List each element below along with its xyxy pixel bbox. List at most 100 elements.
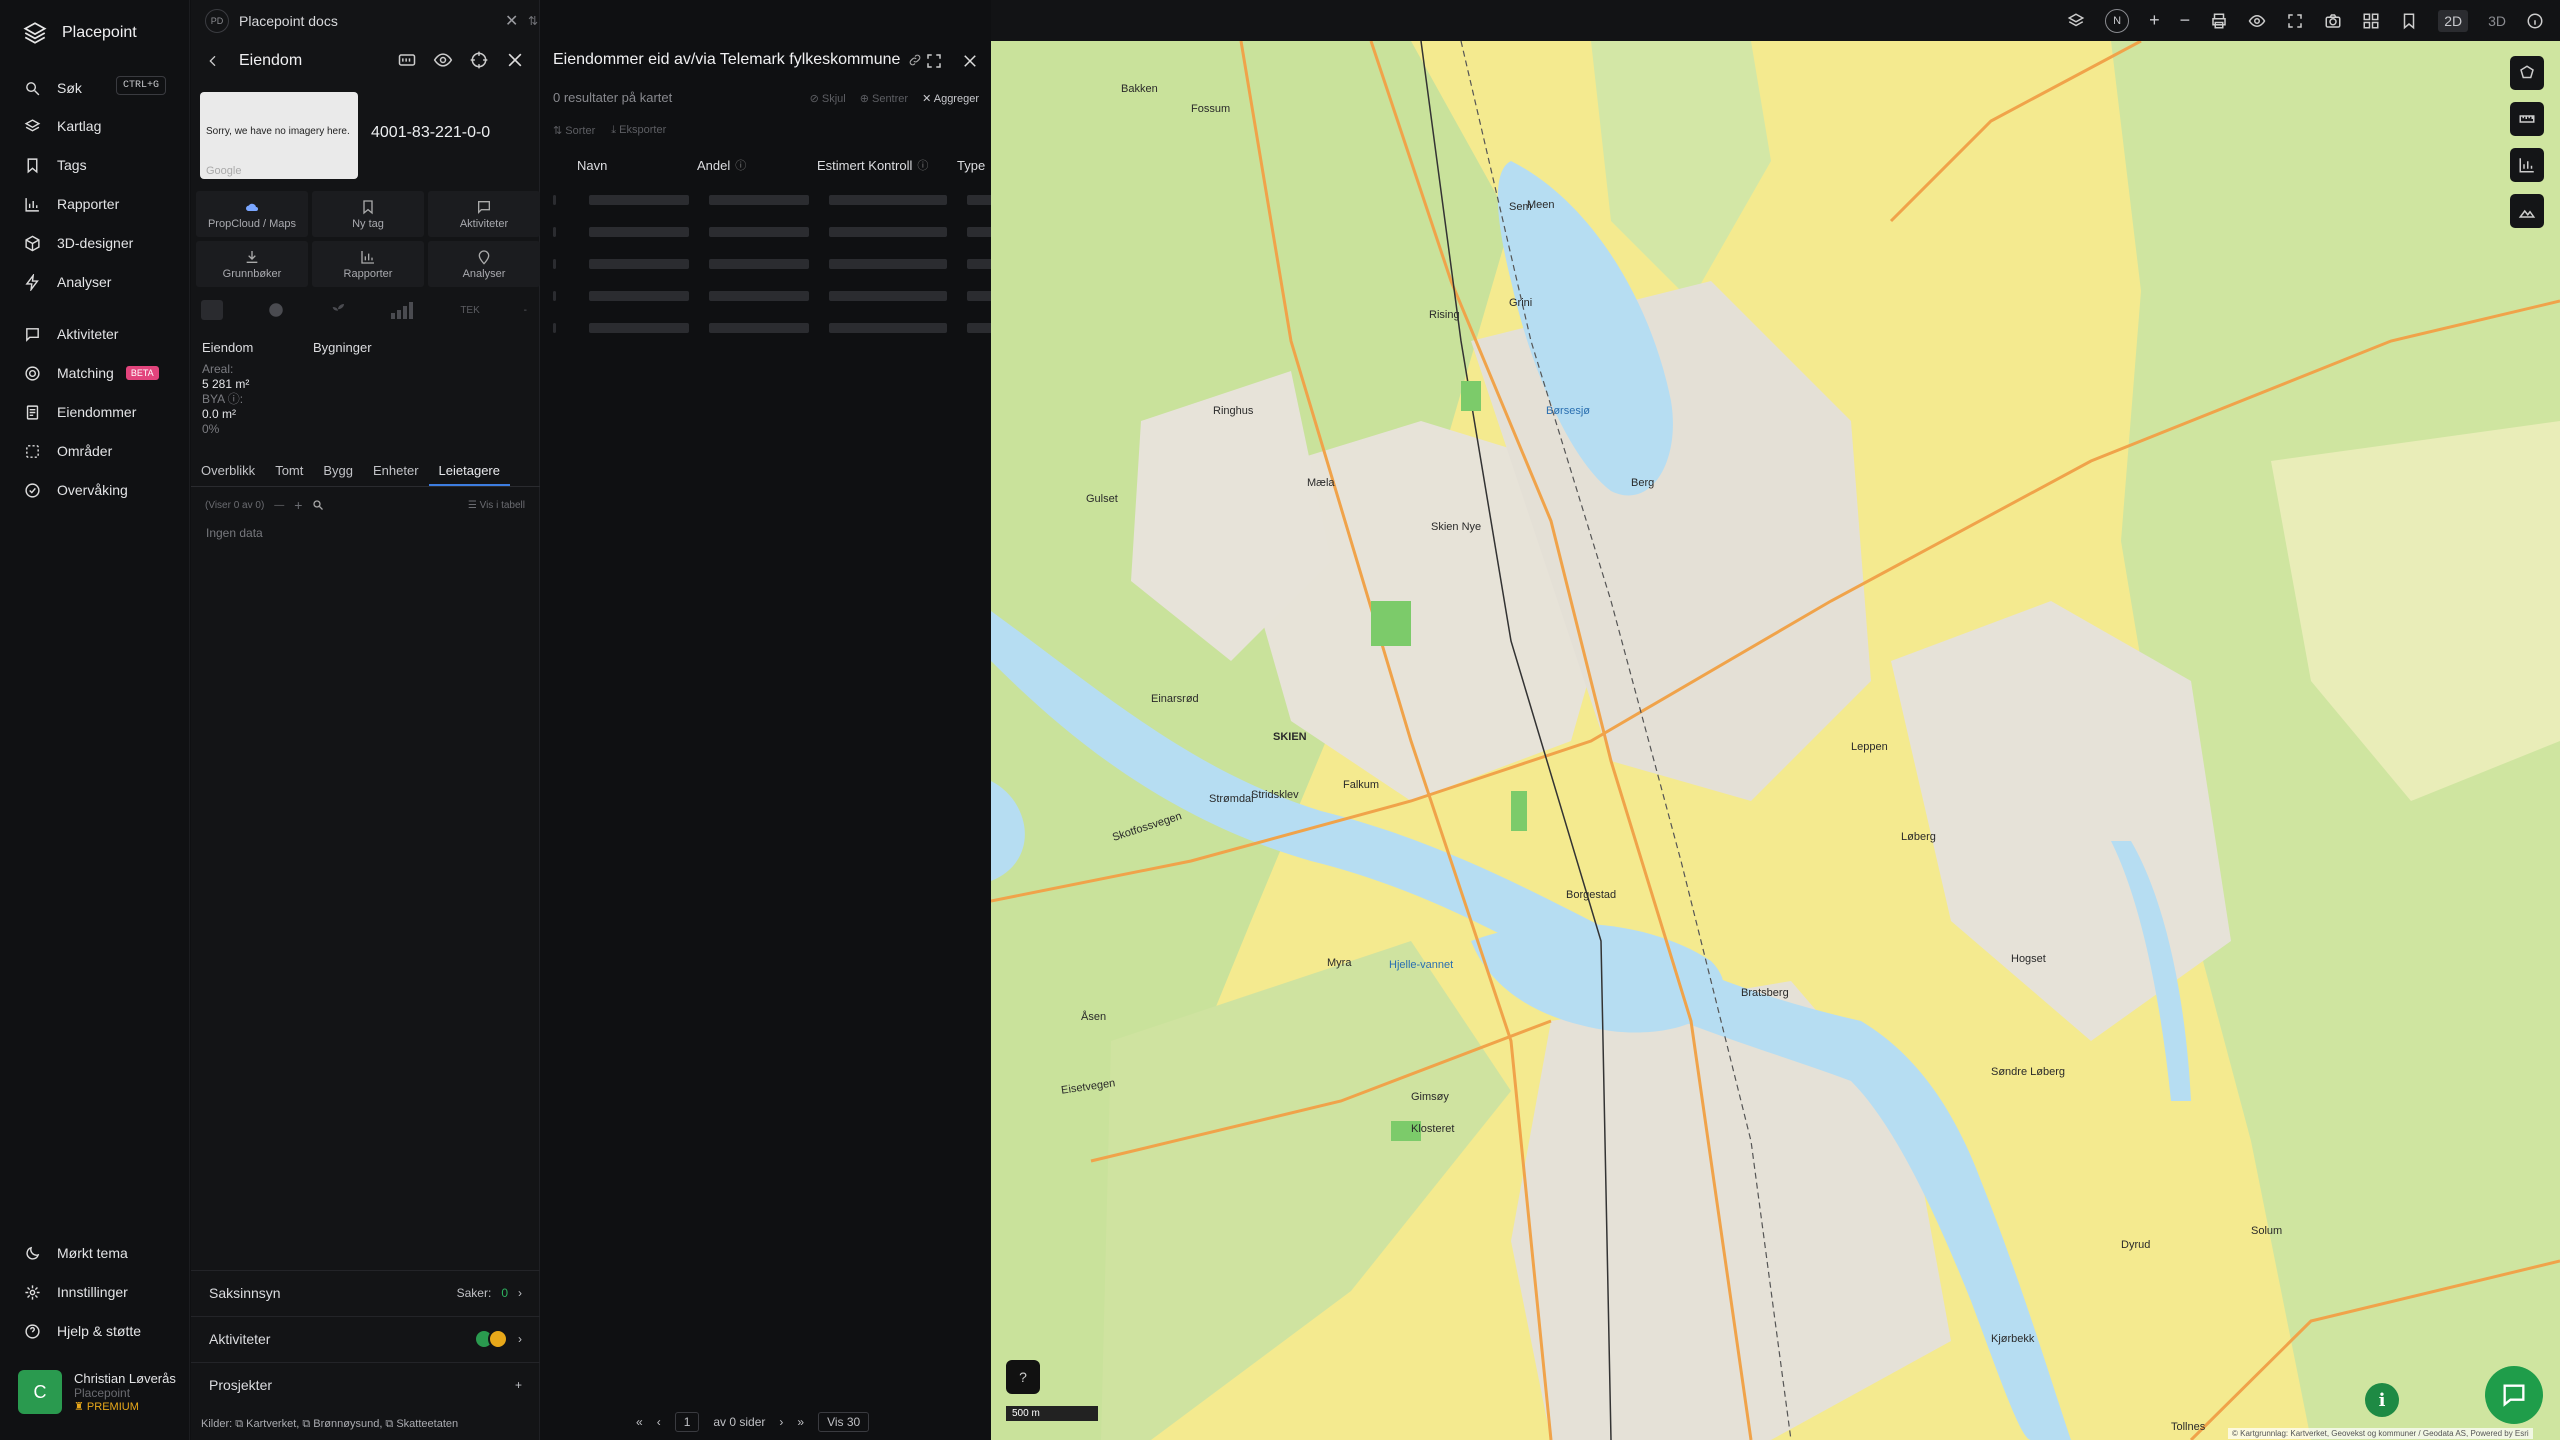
tab-leietagere[interactable]: Leietagere [428, 459, 510, 486]
close-icon[interactable]: ✕ [505, 11, 518, 31]
chart-tool-button[interactable] [2510, 148, 2544, 182]
next-page-icon[interactable]: › [779, 1415, 783, 1429]
mode-2d-button[interactable]: 2D [2438, 9, 2469, 32]
col-navn[interactable]: Navn [577, 157, 697, 173]
prev-page-icon[interactable]: ‹ [657, 1415, 661, 1429]
print-icon[interactable] [2210, 12, 2228, 30]
add-project-button[interactable]: + [515, 1378, 522, 1392]
nav-eiendommer[interactable]: Eiendommer [24, 394, 184, 430]
activities-button[interactable]: Aktiviteter [428, 191, 540, 237]
camera-icon[interactable] [2324, 12, 2342, 30]
sort-icon[interactable]: ⇅ [528, 14, 538, 28]
draw-tool-button[interactable] [2510, 56, 2544, 90]
layers-stack-icon[interactable] [2067, 12, 2085, 30]
chat-button[interactable] [2485, 1366, 2543, 1424]
plus-icon[interactable]: + [294, 497, 302, 513]
analyses-button[interactable]: Analyser [428, 241, 540, 287]
zoom-in-icon[interactable]: + [2149, 10, 2160, 31]
no-data-text: Ingen data [206, 526, 263, 540]
crosshair-icon[interactable] [469, 50, 489, 70]
globe-icon[interactable] [267, 301, 285, 319]
user-profile[interactable]: C Christian Løverås Placepoint ♜ PREMIUM [18, 1370, 176, 1414]
tab-tomt[interactable]: Tomt [265, 459, 313, 486]
bar-levels-icon[interactable] [390, 301, 416, 319]
tab-overblikk[interactable]: Overblikk [191, 459, 265, 486]
info-icon[interactable] [2526, 12, 2544, 30]
table-view-toggle[interactable]: ☰ Vis i tabell [468, 500, 525, 511]
docs-bar[interactable]: PD Placepoint docs ✕ ⇅ [205, 7, 538, 35]
aggregate-button[interactable]: ✕ Aggreger [922, 92, 979, 105]
table-row [553, 259, 1003, 269]
table-row [553, 195, 1003, 205]
nav-aktiviteter[interactable]: Aktiviteter [24, 316, 184, 352]
first-page-icon[interactable]: « [636, 1415, 643, 1429]
map-label: Grini [1509, 297, 1533, 309]
tek-label[interactable]: TEK [460, 305, 479, 316]
minus-icon[interactable]: — [274, 500, 284, 511]
per-page-select[interactable]: Vis 30 [818, 1412, 870, 1432]
tab-enheter[interactable]: Enheter [363, 459, 429, 486]
brand[interactable]: Placepoint [22, 20, 137, 46]
accordion-saksinnsyn[interactable]: Saksinnsyn Saker: 0 › [191, 1270, 540, 1314]
tab-bygg[interactable]: Bygg [313, 459, 363, 486]
close-icon[interactable] [505, 50, 525, 70]
profile-tool-button[interactable] [2510, 194, 2544, 228]
sort-button[interactable]: ⇅ Sorter [553, 124, 595, 137]
center-button[interactable]: ⊕ Sentrer [860, 92, 908, 105]
mode-3d-button[interactable]: 3D [2488, 13, 2506, 29]
table-row [553, 323, 1003, 333]
zoom-out-icon[interactable]: − [2180, 10, 2191, 31]
main-nav: Placepoint Søk CTRL+G Kartlag Tags Rappo… [0, 0, 190, 1440]
nav-matching[interactable]: Matching BETA [24, 355, 184, 391]
nav-overvaking[interactable]: Overvåking [24, 472, 184, 508]
plant-icon[interactable] [329, 301, 347, 319]
propcloud-button[interactable]: PropCloud / Maps [196, 191, 308, 237]
eye-icon[interactable] [2248, 12, 2266, 30]
gear-icon [25, 1284, 40, 1300]
eye-icon[interactable] [433, 50, 453, 70]
nav-help[interactable]: Hjelp & støtte [24, 1313, 184, 1349]
map-canvas[interactable]: SKIEN Børsesjø Hjelle-vannet Myra Falkum… [991, 41, 2560, 1440]
land-registry-button[interactable]: Grunnbøker [196, 241, 308, 287]
accordion-aktiviteter[interactable]: Aktiviteter › [191, 1316, 540, 1360]
nav-rapporter[interactable]: Rapporter [24, 186, 184, 222]
search-icon[interactable] [312, 499, 324, 511]
col-andel[interactable]: Andel ⓘ [697, 157, 817, 173]
back-icon[interactable] [205, 53, 221, 69]
id-card-icon[interactable] [397, 50, 417, 70]
compass-button[interactable]: N [2105, 8, 2130, 33]
nav-dark-theme[interactable]: Mørkt tema [24, 1235, 184, 1271]
section-bygninger[interactable]: Bygninger [313, 340, 372, 355]
bookmark-icon[interactable] [2400, 12, 2418, 30]
accordion-prosjekter[interactable]: Prosjekter + [191, 1362, 540, 1406]
fullscreen-icon[interactable] [2286, 12, 2304, 30]
zone-icon[interactable] [201, 300, 223, 320]
cases-count-label: Saker: [456, 1285, 492, 1300]
property-image: Sorry, we have no imagery here. Google [200, 92, 358, 179]
nav-item-label: Overvåking [57, 482, 128, 498]
help-icon [25, 1323, 40, 1339]
map-help-button[interactable]: ? [1006, 1360, 1040, 1394]
measure-tool-button[interactable] [2510, 102, 2544, 136]
nav-settings[interactable]: Innstillinger [24, 1274, 184, 1310]
nav-omrader[interactable]: Områder [24, 433, 184, 469]
page-input[interactable]: 1 [674, 1412, 700, 1432]
link-icon[interactable] [908, 53, 922, 67]
grid-icon[interactable] [2362, 12, 2380, 30]
close-icon[interactable] [961, 52, 979, 70]
nav-item-label: Tags [57, 157, 87, 173]
nav-analyser[interactable]: Analyser [24, 264, 184, 300]
reports-button[interactable]: Rapporter [312, 241, 424, 287]
expand-icon[interactable] [925, 52, 943, 70]
map-info-button[interactable]: i [2365, 1383, 2399, 1417]
col-estimert-kontroll[interactable]: Estimert Kontroll ⓘ [817, 157, 957, 173]
info-icon: i [2378, 1389, 2386, 1411]
export-button[interactable]: ⤓ Eksporter [611, 124, 666, 137]
nav-kartlag[interactable]: Kartlag [24, 108, 184, 144]
nav-3d-designer[interactable]: 3D-designer [24, 225, 184, 261]
last-page-icon[interactable]: » [797, 1415, 804, 1429]
new-tag-button[interactable]: Ny tag [312, 191, 424, 237]
section-eiendom[interactable]: Eiendom [202, 340, 253, 355]
hide-button[interactable]: ⊘ Skjul [810, 92, 846, 105]
nav-tags[interactable]: Tags [24, 147, 184, 183]
